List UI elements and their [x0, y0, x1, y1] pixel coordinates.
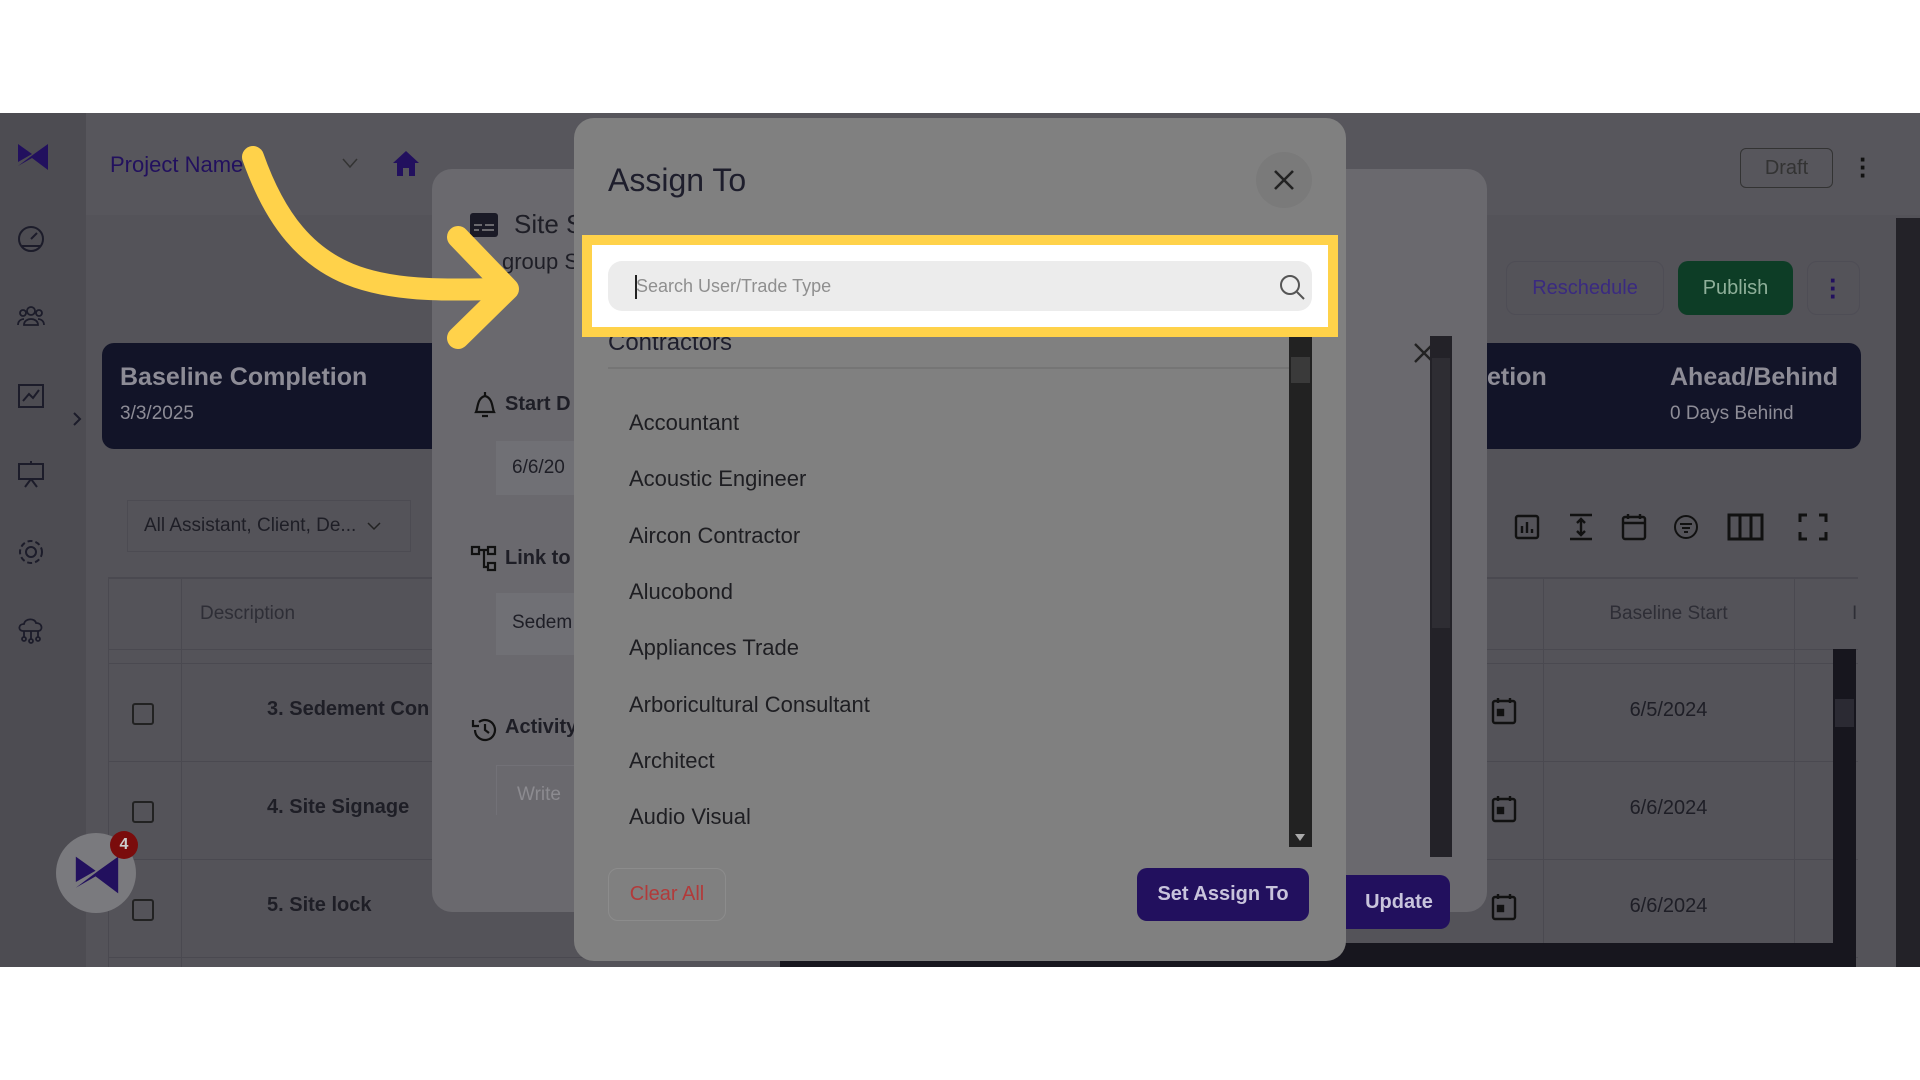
more-options-kebab-icon[interactable]: · · ·: [1859, 146, 1868, 188]
fullscreen-icon[interactable]: [1798, 513, 1828, 541]
search-user-trade-input[interactable]: Search User/Trade Type: [608, 261, 1312, 311]
task-title: Site S: [514, 209, 584, 239]
list-item[interactable]: Accountant: [629, 410, 739, 436]
ahead-behind-label: Ahead/Behind: [1670, 363, 1839, 391]
team-icon[interactable]: [16, 301, 46, 331]
search-placeholder: Search User/Trade Type: [636, 276, 832, 296]
baseline-completion-label: Baseline Completion: [120, 363, 368, 391]
activity-history-icon: [471, 718, 497, 742]
table-vertical-scrollbar[interactable]: [1833, 649, 1856, 943]
row-checkbox[interactable]: [132, 899, 154, 921]
row-baseline-start: 6/6/2024: [1629, 895, 1708, 917]
assignee-filter-dropdown[interactable]: All Assistant, Client, De...: [127, 500, 411, 552]
link-hierarchy-icon: [470, 545, 497, 572]
chevron-down-icon: [367, 522, 381, 531]
logo-icon: [75, 856, 119, 894]
update-label: Update: [1365, 890, 1433, 913]
list-item[interactable]: Alucobond: [629, 579, 733, 605]
search-highlight: Search User/Trade Type: [582, 235, 1338, 337]
task-card-icon: [470, 213, 498, 237]
row-description: 3. Sedement Con: [267, 698, 430, 720]
divider: [608, 367, 1289, 369]
completion-label-partial: etion: [1487, 363, 1547, 391]
start-date-label: Start D: [505, 393, 571, 415]
expand-sidebar-chevron-icon[interactable]: [70, 410, 84, 428]
close-icon: [1274, 170, 1294, 190]
modal-title: Assign To: [608, 162, 747, 198]
start-date-value: 6/6/20: [512, 457, 565, 478]
activity-placeholder: Write: [517, 784, 561, 805]
ahead-behind-value: 0 Days Behind: [1670, 403, 1794, 424]
page-scrollbar[interactable]: [1896, 218, 1920, 967]
columns-icon[interactable]: [1727, 513, 1764, 541]
close-button[interactable]: [1256, 152, 1312, 208]
presentation-icon[interactable]: [16, 459, 46, 489]
chevron-down-icon[interactable]: [341, 157, 359, 169]
task-subtitle: group S: [502, 249, 580, 274]
cloud-network-icon[interactable]: [16, 615, 46, 645]
settings-gear-icon[interactable]: [16, 537, 46, 567]
publish-button[interactable]: Publish: [1678, 261, 1793, 315]
link-to-value: Sedem: [512, 612, 573, 633]
column-header-description[interactable]: Description: [200, 603, 295, 625]
calendar-icon[interactable]: [1621, 513, 1647, 541]
calendar-icon[interactable]: [1491, 697, 1517, 725]
row-checkbox[interactable]: [132, 703, 154, 725]
calendar-icon[interactable]: [1491, 893, 1517, 921]
filter-icon[interactable]: [1673, 514, 1699, 540]
row-checkbox[interactable]: [132, 801, 154, 823]
column-header-partial[interactable]: I: [1852, 603, 1857, 625]
row-baseline-start: 6/6/2024: [1629, 797, 1708, 819]
calendar-icon[interactable]: [1491, 795, 1517, 823]
baseline-completion-value: 3/3/2025: [120, 403, 194, 424]
project-name-select[interactable]: Project Name: [110, 152, 243, 178]
list-scrollbar[interactable]: [1289, 332, 1312, 847]
column-header-baseline-start[interactable]: Baseline Start: [1543, 603, 1794, 625]
chart-view-icon[interactable]: [1514, 514, 1540, 540]
draft-status-button[interactable]: Draft: [1740, 148, 1833, 188]
list-item[interactable]: Architect: [629, 748, 715, 774]
search-icon[interactable]: [1278, 273, 1306, 301]
activity-label: Activity: [505, 716, 578, 738]
row-height-icon[interactable]: [1568, 513, 1594, 541]
logo-icon[interactable]: [16, 140, 50, 174]
bell-icon: [474, 392, 496, 418]
list-item[interactable]: Acoustic Engineer: [629, 466, 806, 492]
dashboard-gauge-icon[interactable]: [16, 224, 46, 254]
list-item[interactable]: Audio Visual: [629, 804, 751, 830]
reschedule-button[interactable]: Reschedule: [1506, 261, 1664, 315]
filter-value: All Assistant, Client, De...: [144, 515, 357, 536]
set-assign-to-button[interactable]: Set Assign To: [1137, 868, 1309, 921]
row-description: 5. Site lock: [267, 894, 372, 916]
row-description: 4. Site Signage: [267, 796, 410, 818]
list-item[interactable]: Appliances Trade: [629, 635, 799, 661]
panel-scrollbar[interactable]: [1430, 336, 1452, 857]
row-baseline-start: 6/5/2024: [1629, 699, 1708, 721]
notification-badge: 4: [110, 831, 138, 859]
link-to-label: Link to: [505, 547, 571, 569]
list-item[interactable]: Aircon Contractor: [629, 523, 800, 549]
chart-icon[interactable]: [16, 381, 46, 411]
home-icon[interactable]: [391, 149, 421, 177]
actions-more-button[interactable]: · · ·: [1807, 261, 1860, 315]
clear-all-button[interactable]: Clear All: [608, 868, 726, 921]
list-item[interactable]: Arboricultural Consultant: [629, 692, 870, 718]
